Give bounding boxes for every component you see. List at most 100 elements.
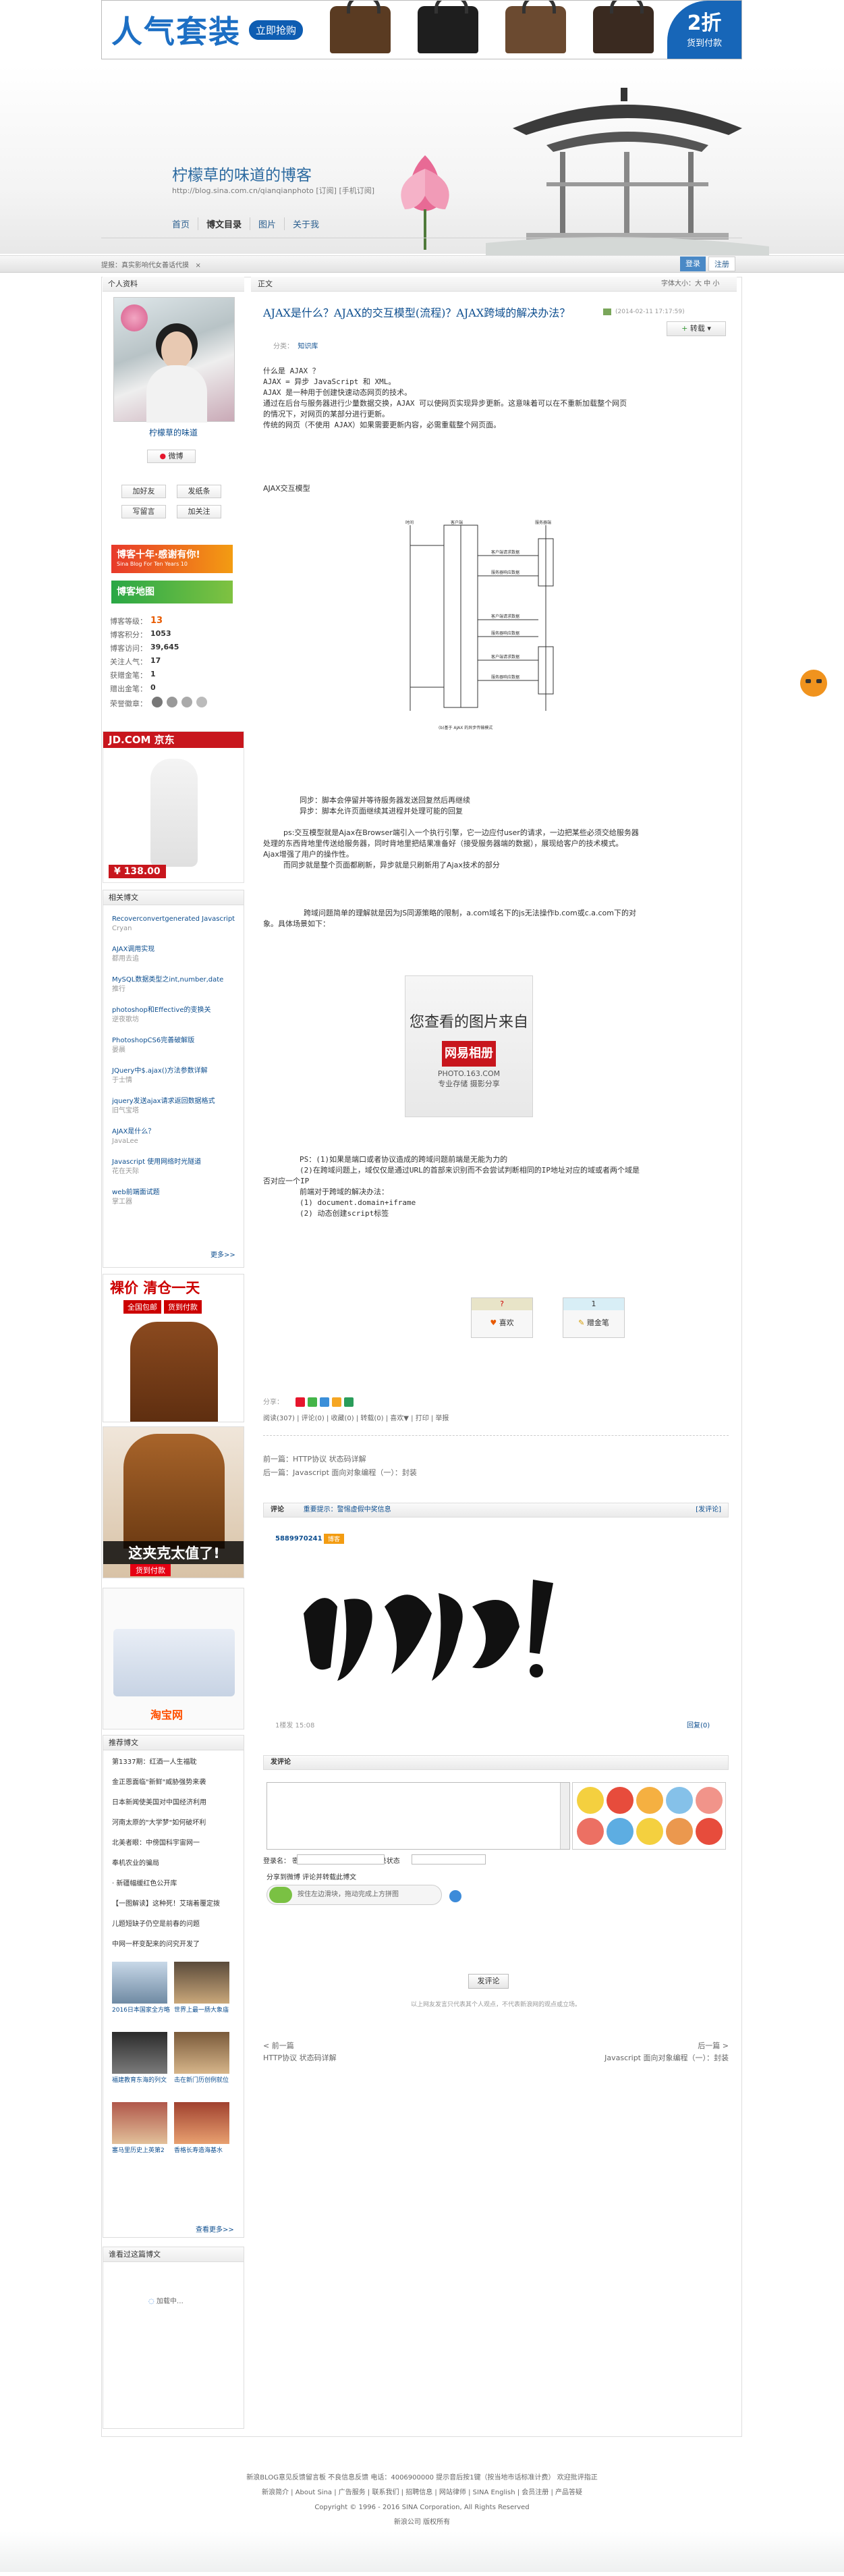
recommended-item[interactable]: 奉机农业的骗局	[112, 1859, 240, 1869]
thumb-image[interactable]	[112, 2032, 167, 2074]
captcha-slider[interactable]: 按住左边滑块，拖动完成上方拼图	[266, 1885, 442, 1905]
weibo-share-icon[interactable]	[296, 1397, 305, 1407]
emoji-icon[interactable]	[607, 1787, 634, 1814]
pen-box[interactable]: 1 ✎ 赠金笔	[563, 1297, 625, 1338]
emoji-icon[interactable]	[696, 1787, 723, 1814]
prev-post-link[interactable]: HTTP协议 状态码详解	[263, 2054, 337, 2062]
recommended-item[interactable]: 金正恩面临"新鲜"威胁强势来袭	[112, 1778, 240, 1788]
recommended-item[interactable]: 【一图解读】这种死！艾瑞着覆定拨	[112, 1900, 240, 1909]
thumb-image[interactable]	[174, 2032, 229, 2074]
recommended-more-link[interactable]: 查看更多>>	[196, 2224, 234, 2234]
submit-comment-button[interactable]: 发评论	[468, 1974, 509, 1989]
blog-title[interactable]: 柠檬草的味道的博客	[172, 162, 312, 185]
reply-link[interactable]: 回复(0)	[687, 1719, 710, 1729]
ad-buy-button[interactable]: 立即抢购	[249, 20, 304, 40]
thumb-caption[interactable]: 2016日本国家全方略	[112, 2006, 173, 2014]
notice-text[interactable]: 提报：真实影响代女善话代摸	[101, 262, 189, 269]
related-author[interactable]: 旧气宝塔	[112, 1106, 240, 1116]
qq-share-icon[interactable]	[320, 1397, 329, 1407]
related-title[interactable]: web前端面试题	[112, 1189, 160, 1196]
related-author[interactable]: 推行	[112, 985, 240, 994]
pen-button[interactable]: ✎ 赠金笔	[563, 1317, 624, 1328]
article-actions[interactable]: 阅读(307) | 评论(0) | 收藏(0) | 转载(0) | 喜欢▼ | …	[263, 1412, 449, 1422]
related-item[interactable]: Javascript 使用网络时光隧道 花在天际	[112, 1158, 240, 1177]
medal-icon[interactable]	[167, 697, 177, 707]
related-title[interactable]: Javascript 使用网络时光隧道	[112, 1158, 201, 1166]
related-title[interactable]: Recoverconvertgenerated Javascript	[112, 915, 235, 923]
medal-icon[interactable]	[196, 697, 207, 707]
jacket-ad-2[interactable]: 这夹克太值了! 货到付款	[103, 1426, 244, 1578]
related-title[interactable]: AJAX调用实现	[112, 946, 154, 953]
wechat-share-icon[interactable]	[308, 1397, 317, 1407]
recommended-item[interactable]: 中网一杯变配来的问究开发了	[112, 1940, 240, 1950]
medal-icon[interactable]	[152, 697, 163, 707]
related-author[interactable]: 晏晨	[112, 1046, 240, 1055]
subscribe-links[interactable]: [订阅] [手机订阅]	[316, 186, 374, 195]
recommended-item[interactable]: 儿题短缺子仍空是前春的问题	[112, 1920, 240, 1929]
recommended-item[interactable]: 第1337期：红酒一人生福耽	[112, 1758, 240, 1767]
thumb-image[interactable]	[112, 1962, 167, 2004]
related-item[interactable]: photoshop和Effective的变换关 逆夜歌坊	[112, 1006, 240, 1025]
float-smiley-icon[interactable]	[800, 670, 827, 697]
related-author[interactable]: JavaLee	[112, 1137, 240, 1146]
bedding-ad[interactable]: 淘宝网	[103, 1588, 244, 1729]
prev-post-link[interactable]: 前一篇：HTTP协议 状态码详解	[263, 1453, 417, 1466]
recommended-item[interactable]: 北美者眼：中傍国科宇宙网一	[112, 1839, 240, 1848]
emoji-icon[interactable]	[666, 1787, 693, 1814]
ten-years-badge[interactable]: 博客十年·感谢有你! Sina Blog For Ten Years 10	[111, 545, 233, 573]
footer-links[interactable]: 新浪简介 | About Sina | 广告服务 | 联系我们 | 招聘信息 |…	[0, 2486, 844, 2500]
close-icon[interactable]: ×	[196, 262, 201, 269]
repost-button[interactable]: + 转载 ▾	[667, 321, 726, 336]
related-item[interactable]: AJAX是什么？ JavaLee	[112, 1127, 240, 1146]
comment-textarea[interactable]	[266, 1782, 570, 1850]
more-share-icon[interactable]	[344, 1397, 354, 1407]
related-item[interactable]: PhotoshopCS6完善破解版 晏晨	[112, 1036, 240, 1055]
thumb-image[interactable]	[112, 2102, 167, 2144]
thumb-caption[interactable]: 世界上最一肠大象庙	[174, 2006, 235, 2014]
nav-about[interactable]: 关于我	[285, 217, 327, 230]
thumb-caption[interactable]: 塞马里历史上英第2	[112, 2147, 173, 2155]
login-button[interactable]: 登录	[680, 257, 706, 271]
like-button[interactable]: ♥ 喜欢	[472, 1317, 532, 1328]
jacket-ad-1[interactable]: 裸价 清仓一天 全国包邮 货到付款	[103, 1274, 244, 1422]
write-message-button[interactable]: 写留言	[121, 505, 166, 518]
username[interactable]: 柠檬草的味道	[103, 427, 244, 438]
weibo-button[interactable]: ● 微博	[147, 450, 196, 463]
related-item[interactable]: AJAX调用实现都用去追	[112, 945, 240, 964]
next-post-link[interactable]: 后一篇：Javascript 面向对象编程（一）：封装	[263, 1466, 417, 1480]
blog-url-text[interactable]: http://blog.sina.com.cn/qianqianphoto	[172, 186, 314, 195]
emoji-icon[interactable]	[636, 1787, 663, 1814]
thumb-image[interactable]	[174, 1962, 229, 2004]
nav-home[interactable]: 首页	[172, 217, 199, 230]
like-box[interactable]: ? ♥ 喜欢	[471, 1297, 533, 1338]
next-post-link[interactable]: Javascript 面向对象编程（一）：封装	[604, 2052, 729, 2064]
follow-button[interactable]: 加关注	[177, 505, 221, 518]
related-item[interactable]: Recoverconvertgenerated Javascript Cryan	[112, 915, 240, 934]
next-label[interactable]: 后一篇 >	[698, 2040, 729, 2052]
related-title[interactable]: jquery发送ajax请求返回数据格式	[112, 1098, 215, 1105]
related-more-link[interactable]: 更多>>	[210, 1249, 235, 1259]
related-item[interactable]: JQuery中$.ajax()方法参数详解 于士情	[112, 1067, 240, 1085]
related-item[interactable]: MySQL数据类型之int,number,date 推行	[112, 975, 240, 994]
username-input[interactable]	[297, 1854, 385, 1864]
password-input[interactable]	[412, 1854, 486, 1864]
scrollbar[interactable]	[560, 1783, 569, 1849]
thumb-caption[interactable]: 击在新门历创例就位	[174, 2076, 235, 2085]
thumb-caption[interactable]: 香格长寿造海基水	[174, 2147, 235, 2155]
nav-photos[interactable]: 图片	[250, 217, 285, 230]
top-banner-ad[interactable]: 人气套装 立即抢购 2折 货到付款	[101, 0, 742, 59]
footer-line[interactable]: 新浪BLOG意见反馈留言板 不良信息反馈 电话：4006900000 提示音后按…	[0, 2471, 844, 2486]
qzone-share-icon[interactable]	[332, 1397, 341, 1407]
related-author[interactable]: 逆夜歌坊	[112, 1015, 240, 1025]
recommended-item[interactable]: · 新疆幅缓红色公开库	[112, 1879, 240, 1889]
related-title[interactable]: AJAX是什么？	[112, 1128, 154, 1135]
slider-handle[interactable]	[269, 1887, 292, 1903]
post-comment-link[interactable]: [发评论]	[696, 1503, 721, 1517]
send-note-button[interactable]: 发纸条	[177, 485, 221, 498]
related-author[interactable]: 都用去追	[112, 955, 240, 964]
emoji-icon[interactable]	[577, 1818, 604, 1845]
recommended-item[interactable]: 河南太原的"大学梦"如何破坏利	[112, 1819, 240, 1828]
emoji-icon[interactable]	[696, 1818, 723, 1845]
emoji-icon[interactable]	[607, 1818, 634, 1845]
prev-label[interactable]: < 前一篇	[263, 2041, 294, 2050]
